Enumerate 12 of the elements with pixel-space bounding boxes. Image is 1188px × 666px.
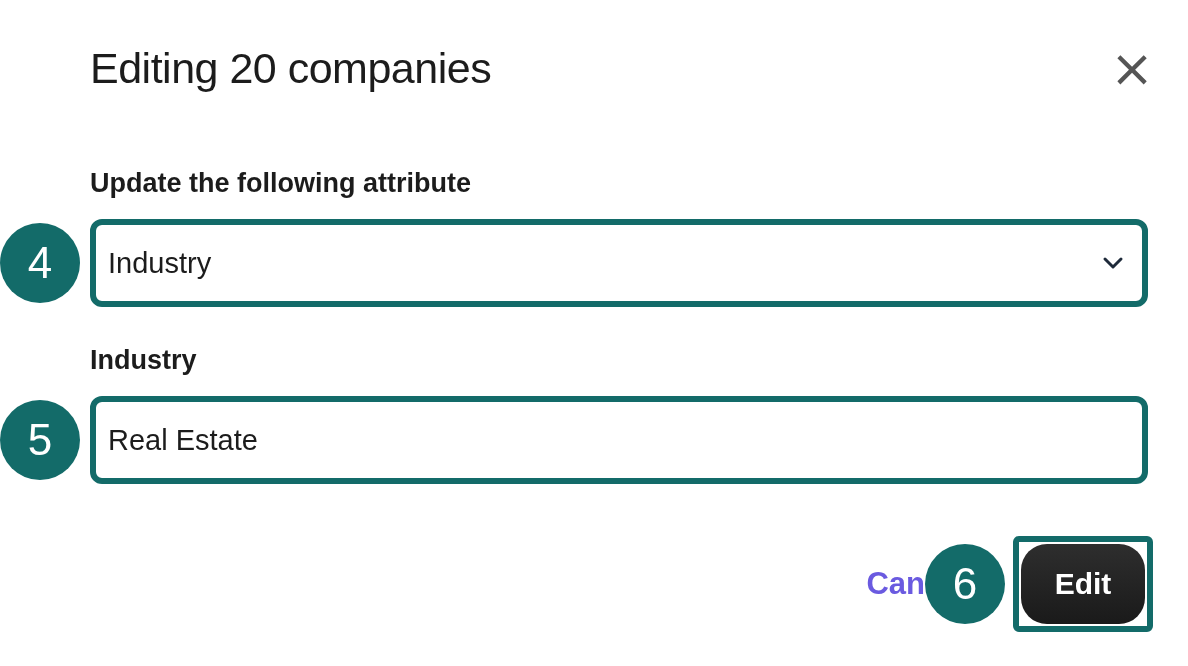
dialog-title: Editing 20 companies	[90, 43, 492, 93]
text-field[interactable]: Real Estate	[90, 396, 1148, 484]
edit-button[interactable]: Edit	[1021, 544, 1145, 624]
step-badge: 4	[0, 223, 80, 303]
close-button[interactable]: ×	[1110, 43, 1154, 93]
step-badge: 5	[0, 400, 80, 480]
cancel-link[interactable]: Can	[866, 566, 925, 602]
step-badge: 6	[925, 544, 1005, 624]
field-label: Update the following attribute	[90, 166, 472, 200]
field-label: Industry	[90, 343, 198, 377]
chevron-down-icon	[1102, 256, 1124, 270]
attribute-dropdown[interactable]: Industry	[90, 219, 1148, 307]
